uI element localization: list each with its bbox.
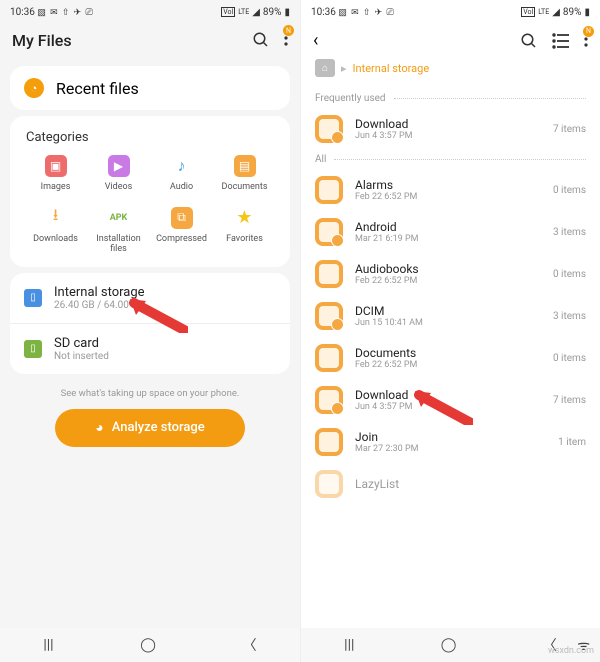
category-favorites[interactable]: ★Favorites — [213, 207, 276, 255]
page-title: My Files — [12, 31, 72, 50]
nav-home[interactable]: ◯ — [441, 637, 457, 653]
analyze-storage-button[interactable]: ◕ Analyze storage — [55, 409, 245, 447]
apk-icon: APK — [108, 207, 130, 229]
home-icon[interactable]: ⌂ — [315, 59, 335, 77]
nav-home[interactable]: ◯ — [140, 637, 156, 653]
category-audio[interactable]: ♪Audio — [150, 155, 213, 193]
internal-storage-row[interactable]: ▯ Internal storage 26.40 GB / 64.00 GB — [10, 273, 290, 324]
folder-row-download-freq[interactable]: Download Jun 4 3:57 PM 7 items — [301, 108, 600, 150]
folder-row-documents[interactable]: DocumentsFeb 22 6:52 PM 0 items — [301, 337, 600, 379]
analyze-hint: See what's taking up space on your phone… — [0, 388, 300, 399]
recent-files-card[interactable]: ◔ Recent files — [10, 66, 290, 110]
folder-icon — [315, 176, 343, 204]
folder-icon — [315, 344, 343, 372]
notification-badge: N — [583, 26, 594, 37]
audio-icon: ♪ — [171, 155, 193, 177]
folder-icon — [315, 260, 343, 288]
nav-recents[interactable]: ||| — [43, 637, 53, 653]
sd-icon: ▯ — [24, 340, 42, 358]
category-documents[interactable]: ▤Documents — [213, 155, 276, 193]
section-frequently-used: Frequently used — [301, 89, 600, 108]
folder-row-alarms[interactable]: AlarmsFeb 22 6:52 PM 0 items — [301, 169, 600, 211]
videos-icon: ▶ — [108, 155, 130, 177]
recent-files-label: Recent files — [56, 79, 139, 98]
search-icon[interactable] — [520, 32, 538, 50]
category-compressed[interactable]: ⧉Compressed — [150, 207, 213, 255]
statusbar: 10:36 ▧ ✉ ⇧ ✈ ⎚ VolLTE ◢ 89% ▮ — [301, 0, 600, 22]
folder-row-audiobooks[interactable]: AudiobooksFeb 22 6:52 PM 0 items — [301, 253, 600, 295]
status-battery: 89% — [263, 7, 282, 18]
watermark: wsxdn.com — [548, 646, 594, 656]
sd-card-status: Not inserted — [54, 351, 109, 362]
analyze-icon: ◕ — [95, 419, 103, 436]
android-navbar: ||| ◯ 〈 ᯤ — [301, 628, 600, 662]
screen-my-files: 10:36 ▧ ✉ ⇧ ✈ ⎚ VolLTE ◢ 89% ▮ My Files … — [0, 0, 300, 662]
internal-storage-size: 26.40 GB / 64.00 GB — [54, 300, 145, 311]
sd-card-row[interactable]: ▯ SD card Not inserted — [10, 324, 290, 374]
categories-card: Categories ▣Images ▶Videos ♪Audio ▤Docum… — [10, 116, 290, 267]
category-videos[interactable]: ▶Videos — [87, 155, 150, 193]
images-icon: ▣ — [45, 155, 67, 177]
documents-icon: ▤ — [234, 155, 256, 177]
folder-row-dcim[interactable]: DCIMJun 15 10:41 AM 3 items — [301, 295, 600, 337]
screen-internal-storage: 10:36 ▧ ✉ ⇧ ✈ ⎚ VolLTE ◢ 89% ▮ ‹ N ⌂ ▸ — [300, 0, 600, 662]
category-downloads[interactable]: ⭳Downloads — [24, 207, 87, 255]
section-all: All — [301, 150, 600, 169]
folder-row-download[interactable]: DownloadJun 4 3:57 PM 7 items — [301, 379, 600, 421]
notification-badge: N — [283, 25, 294, 36]
downloads-icon: ⭳ — [45, 207, 67, 229]
phone-icon: ▯ — [24, 289, 42, 307]
android-navbar: ||| ◯ 〈 — [0, 628, 300, 662]
clock-icon: ◔ — [24, 78, 44, 98]
category-images[interactable]: ▣Images — [24, 155, 87, 193]
folder-row-android[interactable]: AndroidMar 21 6:19 PM 3 items — [301, 211, 600, 253]
status-time: 10:36 — [10, 7, 35, 18]
list-view-icon[interactable] — [552, 32, 570, 50]
folder-icon — [315, 302, 343, 330]
folder-row-lazylist[interactable]: LazyList — [301, 463, 600, 505]
nav-recents[interactable]: ||| — [344, 637, 354, 653]
header: ‹ N — [301, 22, 600, 59]
header: My Files N — [0, 22, 300, 60]
storage-card: ▯ Internal storage 26.40 GB / 64.00 GB ▯… — [10, 273, 290, 374]
breadcrumb-current: Internal storage — [353, 62, 430, 75]
folder-icon — [315, 428, 343, 456]
folder-icon — [315, 470, 343, 498]
nav-back[interactable]: 〈 — [243, 635, 257, 655]
more-icon[interactable]: N — [584, 31, 588, 51]
search-icon[interactable] — [252, 31, 270, 49]
breadcrumb[interactable]: ⌂ ▸ Internal storage — [301, 59, 600, 89]
folder-icon — [315, 386, 343, 414]
more-icon[interactable]: N — [284, 30, 288, 50]
categories-heading: Categories — [24, 128, 276, 155]
statusbar: 10:36 ▧ ✉ ⇧ ✈ ⎚ VolLTE ◢ 89% ▮ — [0, 0, 300, 22]
sd-card-label: SD card — [54, 336, 109, 351]
folder-row-join[interactable]: JoinMar 27 2:30 PM 1 item — [301, 421, 600, 463]
folder-icon — [315, 218, 343, 246]
internal-storage-label: Internal storage — [54, 285, 145, 300]
folder-icon — [315, 115, 343, 143]
star-icon: ★ — [234, 207, 256, 229]
back-icon[interactable]: ‹ — [313, 30, 318, 51]
category-installation[interactable]: APKInstallation files — [87, 207, 150, 255]
compressed-icon: ⧉ — [171, 207, 193, 229]
